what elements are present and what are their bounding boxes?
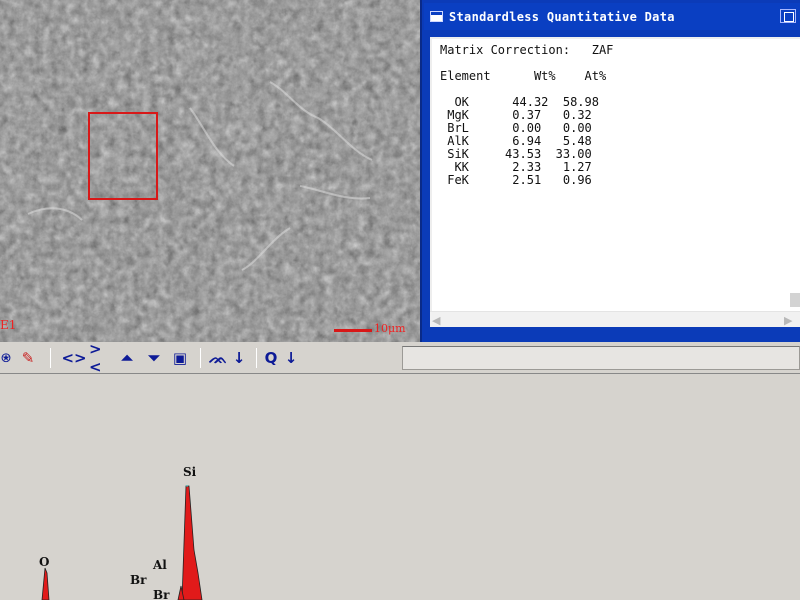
collapse-icon[interactable]: >< [89,340,111,376]
scroll-left-icon[interactable]: ◀ [432,314,446,327]
window-icon [430,11,443,22]
report-area: Matrix Correction: ZAF Element Wt% At% O… [430,37,800,327]
status-field[interactable] [402,346,800,370]
header-wt: Wt% [533,69,556,83]
scroll-right-icon[interactable]: ▶ [784,314,798,327]
table-row: KK 2.33 1.27 [454,160,592,174]
window-titlebar[interactable]: Standardless Quantitative Data [424,3,800,30]
table-row: OK 44.32 58.98 [454,95,599,109]
header-element: Element [440,69,491,83]
image-edge-label: E1 [0,318,17,332]
matrix-value: ZAF [591,43,614,57]
left-right-icon[interactable]: <> [61,348,86,368]
header-at: At% [584,69,607,83]
table-row: SiK 43.53 33.00 [447,147,592,161]
table-row: AlK 6.94 5.48 [447,134,592,148]
quant-report: Matrix Correction: ZAF Element Wt% At% O… [440,44,613,187]
toolbar-separator [200,348,201,368]
peak-label-al: Al [153,558,167,572]
peaks-icon[interactable]: ᨏ [207,348,229,368]
spectrum-panel: O Br Al Br Si [0,374,800,600]
peak-label-o: O [39,555,50,569]
scroll-thumb[interactable] [790,293,800,307]
shield-icon[interactable]: ⍟ [0,348,12,368]
maximize-icon[interactable] [780,9,796,23]
table-row: FeK 2.51 0.96 [447,173,592,187]
horizontal-scrollbar[interactable]: ◀ ▶ [430,311,800,327]
peak-label-br-2: Br [153,588,170,600]
si-peak [181,485,203,600]
arrow-down-icon[interactable]: ↓ [283,348,299,368]
table-row: BrL 0.00 0.00 [447,121,592,135]
window-title: Standardless Quantitative Data [449,10,675,24]
zoom-q-icon[interactable]: Q [262,348,280,368]
toolbar-separator [256,348,257,368]
peak-label-si: Si [183,465,197,479]
eraser-icon[interactable]: ▣ [170,348,190,368]
scale-label: 10μm [374,322,406,335]
matrix-label: Matrix Correction: [440,43,571,57]
quant-data-window: Standardless Quantitative Data Matrix Co… [420,0,800,342]
peak-label-br: Br [130,573,147,587]
sem-texture [0,0,420,342]
toolbar-separator [50,348,51,368]
spectrum-plot [41,485,203,600]
arrow-down-icon[interactable]: ↓ [231,348,247,368]
sem-image-panel: E1 10μm [0,0,420,342]
o-peak [41,567,50,600]
down-triangle-icon[interactable]: ⏷ [144,348,164,368]
analysis-toolbar: ⍟ ✎ <> >< ⏶ ⏷ ▣ ᨏ ↓ Q ↓ [0,340,800,376]
pen-icon[interactable]: ✎ [18,348,38,368]
up-triangle-icon[interactable]: ⏶ [117,348,137,368]
selected-region-box[interactable] [88,112,158,200]
scale-bar [334,329,372,332]
table-row: MgK 0.37 0.32 [447,108,592,122]
